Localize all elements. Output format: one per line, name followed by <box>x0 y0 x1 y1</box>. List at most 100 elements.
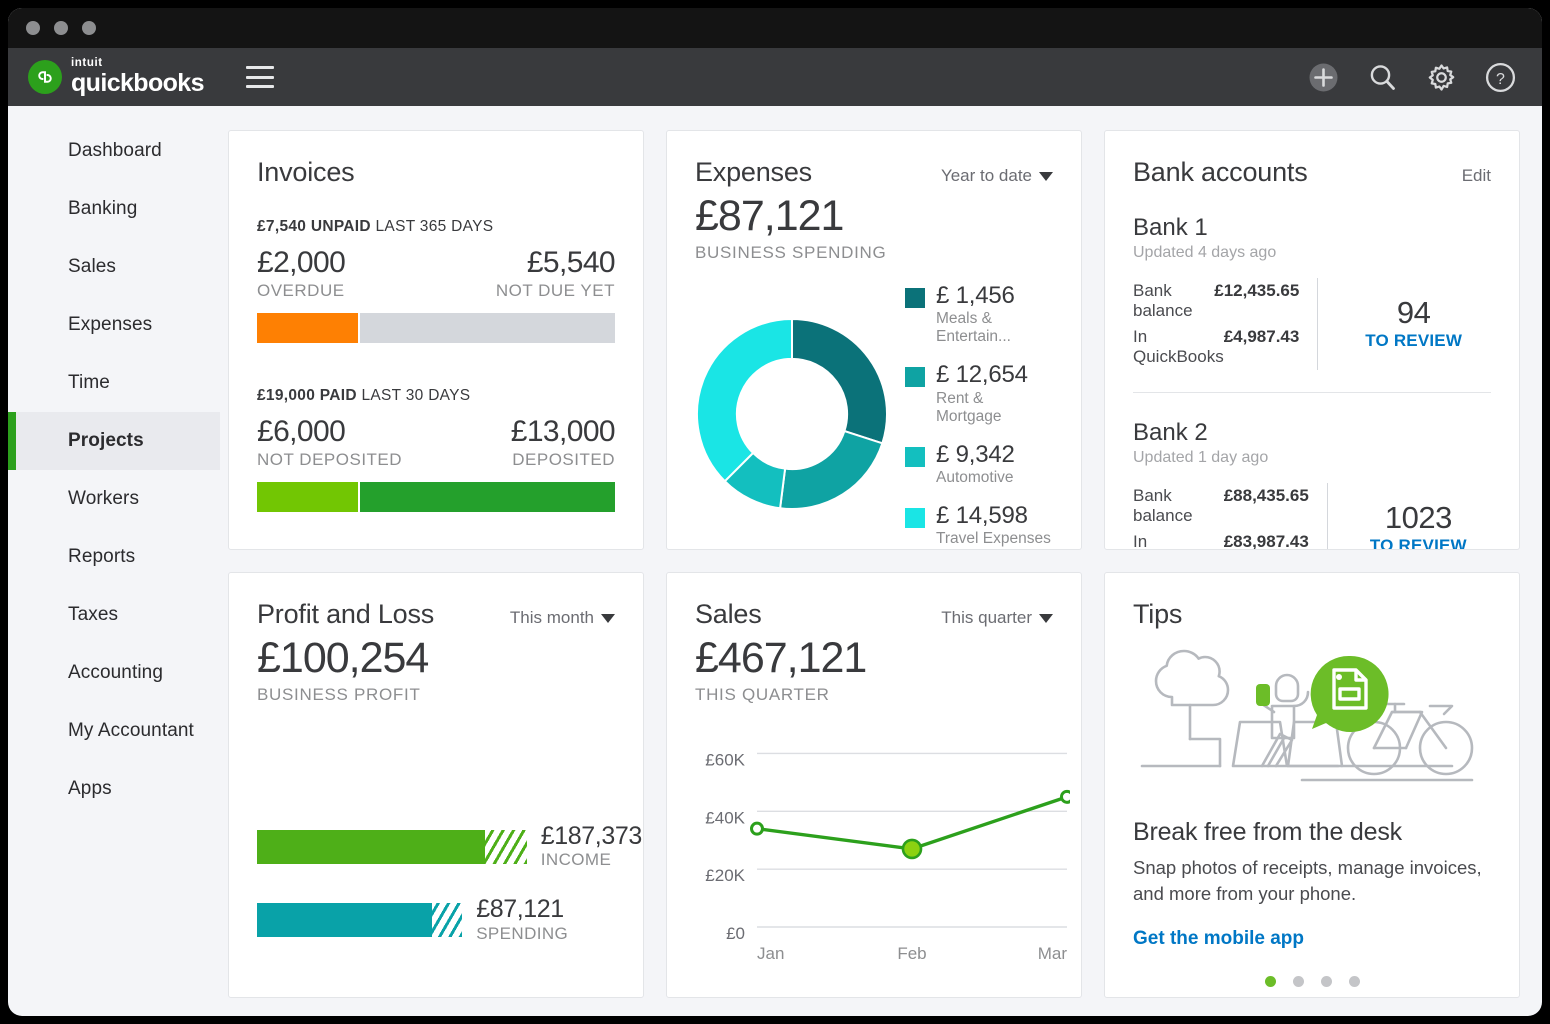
get-the-mobile-app-link[interactable]: Get the mobile app <box>1133 928 1491 950</box>
sidebar-item-label: Projects <box>68 430 144 452</box>
bank-account-name: Bank 2 <box>1133 419 1491 447</box>
sidebar-item-reports[interactable]: Reports <box>8 528 220 586</box>
spending-label: SPENDING <box>476 924 568 944</box>
legend-item[interactable]: £ 14,598 Travel Expenses <box>905 503 1053 548</box>
sidebar-item-taxes[interactable]: Taxes <box>8 586 220 644</box>
help-icon[interactable]: ? <box>1485 62 1516 93</box>
not-deposited-label: NOT DEPOSITED <box>257 450 402 470</box>
sidebar-item-label: Sales <box>68 256 116 278</box>
legend-item[interactable]: £ 9,342 Automotive <box>905 442 1053 487</box>
legend-swatch <box>905 508 925 528</box>
data-point[interactable] <box>903 840 921 858</box>
tips-card: Tips <box>1104 572 1520 998</box>
carousel-dot[interactable] <box>1349 976 1360 987</box>
sales-period-dropdown[interactable]: This quarter <box>941 608 1053 628</box>
sidebar-item-accounting[interactable]: Accounting <box>8 644 220 702</box>
sidebar-item-label: Taxes <box>68 604 118 626</box>
quickbooks-wordmark: quickbooks <box>71 71 204 96</box>
window-maximize-button[interactable] <box>82 21 96 35</box>
sidebar-item-dashboard[interactable]: Dashboard <box>8 122 220 180</box>
sidebar-item-label: Workers <box>68 488 139 510</box>
sidebar-item-time[interactable]: Time <box>8 354 220 412</box>
bank-balance-line: Bank balance £12,435.65 <box>1133 278 1299 324</box>
app-window: intuit quickbooks <box>8 8 1542 1016</box>
sales-line-chart[interactable]: £60K£40K£20K£0JanFebMar <box>695 727 1053 982</box>
spending-bar-row[interactable]: £87,121 SPENDING <box>257 896 615 943</box>
expenses-donut-chart[interactable] <box>695 317 889 511</box>
to-review-block[interactable]: 94 TO REVIEW <box>1336 297 1491 351</box>
legend-item[interactable]: £ 1,456 Meals & Entertain... <box>905 283 1053 346</box>
expenses-card: Expenses Year to date £87,121 BUSINESS S… <box>666 130 1082 550</box>
carousel-dot[interactable] <box>1293 976 1304 987</box>
unpaid-total: £7,540 <box>257 218 306 235</box>
window-minimize-button[interactable] <box>54 21 68 35</box>
x-axis-tick-label: Jan <box>757 944 784 963</box>
hamburger-icon[interactable] <box>246 66 274 88</box>
profit-and-loss-title: Profit and Loss <box>257 599 434 630</box>
carousel-dot[interactable] <box>1265 976 1276 987</box>
carousel-dot[interactable] <box>1321 976 1332 987</box>
sidebar-item-label: Expenses <box>68 314 152 336</box>
to-review-count: 1023 <box>1346 502 1491 533</box>
gear-icon[interactable] <box>1426 62 1457 93</box>
sidebar-item-label: Accounting <box>68 662 163 684</box>
profit-and-loss-period-dropdown[interactable]: This month <box>510 608 615 628</box>
sidebar-item-expenses[interactable]: Expenses <box>8 296 220 354</box>
data-point[interactable] <box>1062 791 1071 802</box>
bank-account-details: Bank balance £12,435.65 In QuickBooks £4… <box>1133 278 1491 370</box>
window-close-button[interactable] <box>26 21 40 35</box>
edit-button[interactable]: Edit <box>1462 166 1491 186</box>
sidebar-item-banking[interactable]: Banking <box>8 180 220 238</box>
expenses-total-label: BUSINESS SPENDING <box>695 243 1053 263</box>
profit-and-loss-bars: £187,373 INCOME £87,121 SPENDING <box>257 823 615 944</box>
bank-balance-label: Bank balance <box>1133 281 1214 321</box>
overdue-label: OVERDUE <box>257 281 345 301</box>
spending-labels: £87,121 SPENDING <box>476 896 568 943</box>
donut-slice[interactable] <box>792 319 887 443</box>
expenses-period-dropdown[interactable]: Year to date <box>941 166 1053 186</box>
sidebar-item-projects[interactable]: Projects <box>8 412 220 470</box>
search-icon[interactable] <box>1367 62 1398 93</box>
legend-swatch <box>905 288 925 308</box>
sales-period-label: This quarter <box>941 608 1032 628</box>
deposited-bar-segment <box>360 482 615 512</box>
to-review-block[interactable]: 1023 TO REVIEW <box>1346 502 1491 550</box>
bank-balances: Bank balance £12,435.65 In QuickBooks £4… <box>1133 278 1299 370</box>
dashboard-content: Invoices £7,540 UNPAID LAST 365 DAYS £2,… <box>220 106 1542 1016</box>
data-point[interactable] <box>752 823 763 834</box>
spending-bar-hatched <box>432 903 462 937</box>
invoices-unpaid-bar[interactable] <box>257 313 615 343</box>
not-due-yet-column: £5,540 NOT DUE YET <box>496 246 615 301</box>
paid-total: £19,000 <box>257 387 315 404</box>
page-title: Invoices <box>257 157 354 188</box>
paid-status: PAID <box>320 387 357 404</box>
in-quickbooks-label: In QuickBooks <box>1133 532 1224 550</box>
legend-category: Meals & Entertain... <box>936 310 1053 346</box>
spending-bar <box>257 903 462 937</box>
deposited-column: £13,000 DEPOSITED <box>511 415 615 470</box>
to-review-label: TO REVIEW <box>1346 536 1491 550</box>
sidebar-item-sales[interactable]: Sales <box>8 238 220 296</box>
invoices-paid-block: £19,000 PAID LAST 30 DAYS £6,000 NOT DEP… <box>257 387 615 512</box>
add-icon[interactable] <box>1308 62 1339 93</box>
bank-account-updated: Updated 4 days ago <box>1133 244 1491 262</box>
divider <box>1327 483 1328 550</box>
bank-accounts-card-header: Bank accounts Edit <box>1133 157 1491 188</box>
top-navigation-bar: intuit quickbooks <box>8 48 1542 106</box>
legend-item[interactable]: £ 12,654 Rent & Mortgage <box>905 362 1053 425</box>
invoices-paid-caption: £19,000 PAID LAST 30 DAYS <box>257 387 615 405</box>
paid-period: LAST 30 DAYS <box>361 387 470 404</box>
invoices-paid-bar[interactable] <box>257 482 615 512</box>
quickbooks-logo[interactable]: intuit quickbooks <box>28 58 204 96</box>
donut-slice[interactable] <box>780 431 882 509</box>
y-axis-tick-label: £40K <box>705 808 745 827</box>
sidebar-item-workers[interactable]: Workers <box>8 470 220 528</box>
donut-slice[interactable] <box>697 319 792 481</box>
y-axis-tick-label: £0 <box>726 924 745 943</box>
qb-mark-icon <box>28 60 62 94</box>
income-bar-row[interactable]: £187,373 INCOME <box>257 823 615 870</box>
sidebar-item-my-accountant[interactable]: My Accountant <box>8 702 220 760</box>
sidebar-item-apps[interactable]: Apps <box>8 760 220 818</box>
tips-body-text: Snap photos of receipts, manage invoices… <box>1133 855 1491 908</box>
svg-text:?: ? <box>1496 71 1505 88</box>
